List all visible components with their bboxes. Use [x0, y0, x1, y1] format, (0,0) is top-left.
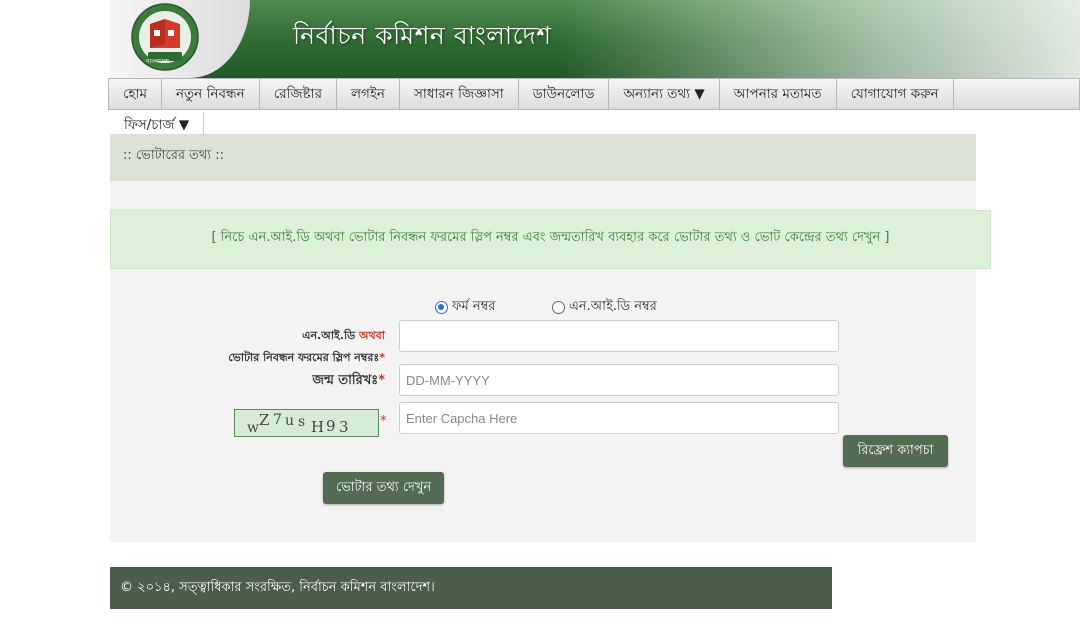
dob-input[interactable]: [399, 364, 839, 396]
radio-nid-number-label: এন.আই.ডি নম্বর: [569, 299, 657, 314]
nav-item-download[interactable]: ডাউনলোড: [519, 79, 610, 109]
nav-item-other-info[interactable]: অন্যান্য তথ্য ▼: [609, 79, 720, 109]
site-title: নির্বাচন কমিশন বাংলাদেশ: [293, 21, 552, 50]
nav-item-login[interactable]: লগইন: [337, 79, 400, 109]
banner-fade: [560, 0, 1080, 78]
id-label-slip: ভোটার নিবন্ধন ফরমের স্লিপ নম্বরঃ: [228, 351, 380, 364]
footer: © ২০১৪, সত্ত্বাধিকার সংরক্ষিত, নির্বাচন …: [110, 567, 832, 609]
dob-label-wrap: জন্ম তারিখঃ*: [220, 371, 385, 392]
required-mark: *: [378, 373, 385, 388]
view-voter-info-button[interactable]: ভোটার তথ্য দেখুন: [323, 472, 444, 504]
captcha-input[interactable]: [399, 402, 839, 434]
nav-item-home[interactable]: হোম: [109, 79, 162, 109]
radio-nid-number-control[interactable]: [552, 301, 565, 314]
refresh-captcha-button[interactable]: রিফ্রেশ ক্যাপচা: [843, 435, 948, 467]
nav-item-register[interactable]: রেজিষ্টার: [260, 79, 337, 109]
nav-item-feedback[interactable]: আপনার মতামত: [720, 79, 837, 109]
id-number-input[interactable]: [399, 320, 839, 352]
required-mark: *: [379, 351, 385, 364]
nav-item-new-registration[interactable]: নতুন নিবন্ধন: [162, 79, 260, 109]
captcha-image: w Z 7 u s H 9 3: [234, 409, 379, 437]
id-label-or: অথবা: [359, 329, 385, 342]
id-field-label: এন.আই.ডি অথবা ভোটার নিবন্ধন ফরমের স্লিপ …: [180, 327, 385, 368]
radio-nid-number[interactable]: এন.আই.ডি নম্বর: [552, 297, 657, 318]
captcha-required-mark: *: [380, 414, 387, 429]
radio-form-number-control[interactable]: [435, 301, 448, 314]
radio-form-number-label: ফর্ম নম্বর: [452, 299, 496, 314]
header-banner: বাংলাদেশ নির্বাচন কমিশন বাংলাদেশ: [110, 0, 1080, 78]
id-label-nid: এন.আই.ডি: [302, 329, 356, 342]
nav-item-faq[interactable]: সাধারন জিজ্ঞাসা: [400, 79, 519, 109]
nav-item-contact[interactable]: যোগাযোগ করুন: [837, 79, 954, 109]
instruction-notice: [ নিচে এন.আই.ডি অথবা ভোটার নিবন্ধন ফরমের…: [110, 210, 991, 269]
dob-label: জন্ম তারিখঃ: [312, 373, 379, 388]
radio-form-number[interactable]: ফর্ম নম্বর: [435, 297, 495, 318]
section-title: :: ভোটারের তথ্য ::: [110, 134, 976, 181]
logo-text: বাংলাদেশ: [146, 58, 169, 65]
logo-area: বাংলাদেশ: [110, 0, 250, 78]
main-nav: হোম নতুন নিবন্ধন রেজিষ্টার লগইন সাধারন জ…: [108, 78, 1080, 110]
